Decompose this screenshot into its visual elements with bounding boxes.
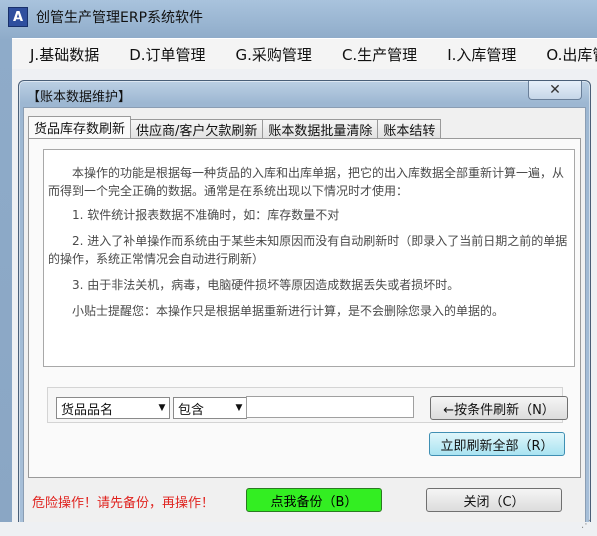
tab-debt-refresh[interactable]: 供应商/客户欠款刷新	[130, 119, 264, 139]
tab-batch-clear[interactable]: 账本数据批量清除	[262, 119, 379, 139]
menu-item-order-management[interactable]: D.订单管理	[111, 44, 217, 65]
menu-item-production-management[interactable]: C.生产管理	[324, 44, 429, 65]
close-button[interactable]: 关闭（C）	[426, 488, 562, 512]
status-bar: ⋰	[0, 520, 597, 536]
menu-item-inbound-management[interactable]: I.入库管理	[429, 44, 528, 65]
operator-select-value: 包含	[178, 402, 205, 418]
operator-select[interactable]: 包含 ▼	[173, 397, 247, 419]
dialog-client-area: 货品库存数刷新 供应商/客户欠款刷新 账本数据批量清除 账本结转 本操作的功能是…	[23, 107, 586, 525]
dialog-close-button[interactable]: ✕	[528, 81, 582, 100]
tab-inventory-refresh[interactable]: 货品库存数刷新	[28, 116, 132, 138]
resize-grip-icon[interactable]: ⋰	[581, 520, 593, 534]
info-item-2: 2. 进入了补单操作而系统由于某些未知原因而没有自动刷新时（即录入了当前日期之前…	[48, 234, 568, 266]
field-select[interactable]: 货品品名 ▼	[56, 397, 170, 419]
field-select-value: 货品品名	[61, 402, 114, 418]
menu-item-purchase-management[interactable]: G.采购管理	[218, 44, 324, 65]
menu-bar: J.基础数据 D.订单管理 G.采购管理 C.生产管理 I.入库管理 O.出库管…	[12, 38, 597, 70]
dialog-footer: 危险操作！请先备份，再操作！ 点我备份（B） 关闭（C）	[28, 480, 579, 518]
app-icon: A	[8, 7, 28, 27]
tab-strip: 货品库存数刷新 供应商/客户欠款刷新 账本数据批量清除 账本结转	[28, 116, 442, 139]
chevron-down-icon: ▼	[235, 403, 243, 413]
window-title: 创管生产管理ERP系统软件	[36, 10, 204, 26]
title-bar[interactable]: A 创管生产管理ERP系统软件	[0, 0, 597, 34]
refresh-all-button[interactable]: 立即刷新全部（R）	[429, 432, 565, 456]
close-icon: ✕	[549, 82, 561, 98]
info-item-1: 1. 软件统计报表数据不准确时，如：库存数量不对	[72, 208, 340, 222]
info-item-3: 3. 由于非法关机，病毒，电脑硬件损坏等原因造成数据丢失或者损坏时。	[72, 278, 460, 292]
warning-text: 危险操作！请先备份，再操作！	[32, 496, 215, 511]
main-window: A 创管生产管理ERP系统软件 J.基础数据 D.订单管理 G.采购管理 C.生…	[0, 0, 597, 536]
backup-button[interactable]: 点我备份（B）	[246, 488, 382, 512]
info-text-box: 本操作的功能是根据每一种货品的入库和出库单据，把它的出入库数据全部重新计算一遍，…	[43, 149, 575, 367]
info-paragraph-intro: 本操作的功能是根据每一种货品的入库和出库单据，把它的出入库数据全部重新计算一遍，…	[48, 166, 565, 198]
info-tip: 小贴士提醒您：本操作只是根据单据重新进行计算，是不会删除您录入的单据的。	[72, 304, 505, 318]
dialog-title: 【账本数据维护】	[27, 90, 132, 105]
refresh-by-condition-button[interactable]: ←按条件刷新（N）	[430, 396, 568, 420]
filter-row: 货品品名 ▼ 包含 ▼ ←按条件刷新（N）	[47, 387, 568, 423]
tab-panel: 本操作的功能是根据每一种货品的入库和出库单据，把它的出入库数据全部重新计算一遍，…	[28, 138, 581, 478]
tab-ledger-carryover[interactable]: 账本结转	[377, 119, 442, 139]
chevron-down-icon: ▼	[158, 403, 166, 413]
filter-value-input[interactable]	[246, 396, 414, 418]
ledger-maintenance-dialog: 【账本数据维护】 ✕ 货品库存数刷新 供应商/客户欠款刷新 账本数据批量清除 账…	[18, 80, 591, 530]
menu-item-basic-data[interactable]: J.基础数据	[12, 44, 111, 65]
menu-item-outbound-management[interactable]: O.出库管理	[528, 44, 597, 65]
